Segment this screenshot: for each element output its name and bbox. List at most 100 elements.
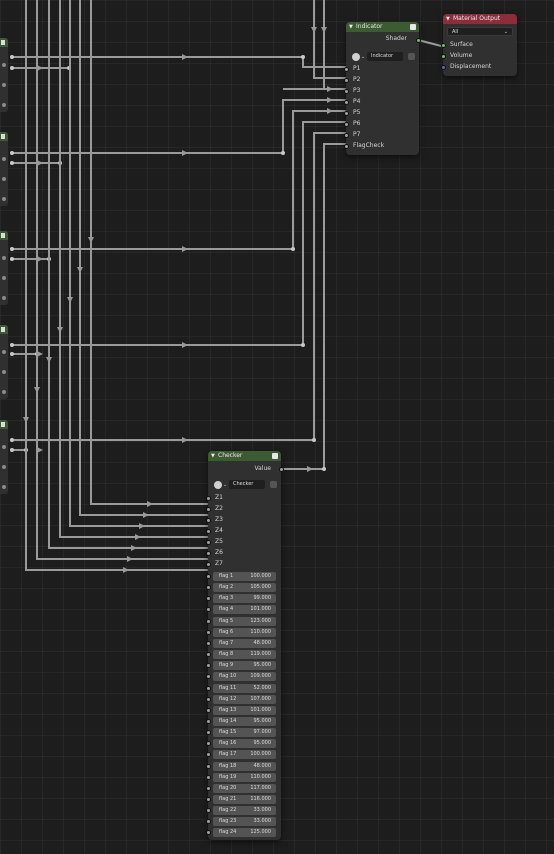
group-node-partial[interactable]	[0, 38, 8, 112]
flag-value-field[interactable]: flag 12 107.000	[213, 694, 276, 704]
checker-input-socket[interactable]	[206, 507, 211, 512]
flag-input-socket[interactable]	[206, 652, 211, 658]
indicator-input-socket[interactable]	[344, 78, 349, 83]
indicator-node-header[interactable]: ▼ Indicator	[346, 22, 419, 32]
flag-value-field[interactable]: flag 4 101.000	[213, 605, 276, 615]
flag-input-socket[interactable]	[206, 819, 211, 825]
checker-value-output-socket[interactable]	[279, 467, 284, 472]
node-tree-icon[interactable]	[410, 24, 416, 30]
indicator-input-socket[interactable]	[344, 100, 349, 105]
material-output-input-socket[interactable]	[441, 54, 446, 59]
checker-group-selector[interactable]: ⌄ Checker	[214, 480, 278, 490]
node-group-datablock-icon[interactable]	[214, 481, 222, 489]
flag-input-socket[interactable]	[206, 585, 211, 591]
flag-value-field[interactable]: flag 1 100.000	[213, 572, 276, 581]
checker-input-socket[interactable]	[206, 518, 211, 523]
flag-value-field[interactable]: flag 9 95.000	[213, 661, 276, 671]
indicator-input-socket[interactable]	[344, 111, 349, 116]
flag-value-field[interactable]: flag 20 117.000	[213, 783, 276, 793]
indicator-group-name[interactable]: Indicator	[367, 52, 403, 61]
flag-value-field[interactable]: flag 18 48.000	[213, 761, 276, 771]
material-output-input-socket[interactable]	[441, 43, 446, 48]
flag-input-socket[interactable]	[206, 607, 211, 613]
flag-value-field[interactable]: flag 2 105.000	[213, 583, 276, 593]
node-link[interactable]	[12, 121, 346, 346]
indicator-group-selector[interactable]: ⌄ Indicator	[352, 52, 416, 62]
flag-value-field[interactable]: flag 19 110.000	[213, 772, 276, 782]
indicator-input-socket[interactable]	[344, 67, 349, 72]
material-output-header[interactable]: ▼ Material Output	[443, 14, 517, 24]
flag-value-field[interactable]: flag 10 109.000	[213, 672, 276, 682]
checker-group-name[interactable]: Checker	[229, 480, 265, 489]
node-link[interactable]	[323, 0, 346, 90]
node-tree-icon[interactable]	[272, 453, 278, 459]
node-link[interactable]	[90, 0, 208, 505]
flag-input-socket[interactable]	[206, 752, 211, 758]
flag-input-socket[interactable]	[206, 640, 211, 646]
flag-input-socket[interactable]	[206, 696, 211, 702]
chevron-down-icon[interactable]: ▼	[446, 14, 450, 24]
flag-value-field[interactable]: flag 22 33.000	[213, 806, 276, 816]
checker-node-header[interactable]: ▼ Checker	[208, 451, 281, 461]
node-link[interactable]	[12, 99, 346, 154]
flag-value-field[interactable]: flag 8 119.000	[213, 650, 276, 660]
checker-input-socket[interactable]	[206, 562, 211, 567]
node-link[interactable]	[12, 56, 346, 68]
flag-value-field[interactable]: flag 14 95.000	[213, 716, 276, 726]
flag-input-socket[interactable]	[206, 830, 211, 836]
checker-input-socket[interactable]	[206, 496, 211, 501]
chevron-down-icon[interactable]: ⌄	[223, 480, 227, 490]
node-link[interactable]	[12, 110, 346, 250]
checker-input-socket[interactable]	[206, 529, 211, 534]
flag-input-socket[interactable]	[206, 763, 211, 769]
indicator-input-socket[interactable]	[344, 133, 349, 138]
group-node-partial[interactable]	[0, 132, 8, 206]
checker-input-socket[interactable]	[206, 540, 211, 545]
chevron-down-icon[interactable]: ▼	[349, 22, 353, 32]
flag-input-socket[interactable]	[206, 808, 211, 814]
flag-input-socket[interactable]	[206, 685, 211, 691]
flag-value-field[interactable]: flag 23 33.000	[213, 817, 276, 827]
flag-input-socket[interactable]	[206, 707, 211, 713]
indicator-shader-output-socket[interactable]	[416, 38, 421, 43]
flag-input-socket[interactable]	[206, 774, 211, 780]
node-group-datablock-icon[interactable]	[352, 53, 360, 61]
node-link[interactable]	[79, 0, 208, 516]
flag-input-socket[interactable]	[206, 797, 211, 802]
flag-input-socket[interactable]	[206, 629, 211, 635]
flag-value-field[interactable]: flag 5 123.000	[213, 616, 276, 626]
indicator-input-socket[interactable]	[344, 122, 349, 127]
output-target-dropdown[interactable]: All ⌄	[447, 27, 513, 36]
node-link[interactable]	[25, 0, 208, 571]
flag-input-socket[interactable]	[206, 730, 211, 736]
node-link[interactable]	[12, 132, 346, 441]
flag-value-field[interactable]: flag 21 116.000	[213, 795, 276, 804]
node-link[interactable]	[48, 0, 208, 549]
flag-value-field[interactable]: flag 17 100.000	[213, 750, 276, 760]
flag-value-field[interactable]: flag 13 101.000	[213, 705, 276, 715]
flag-input-socket[interactable]	[206, 718, 211, 724]
flag-value-field[interactable]: flag 11 52.000	[213, 683, 276, 693]
indicator-input-socket[interactable]	[344, 89, 349, 94]
fake-user-shield-icon[interactable]	[270, 481, 277, 488]
checker-input-socket[interactable]	[206, 551, 211, 556]
flag-input-socket[interactable]	[206, 785, 211, 791]
flag-value-field[interactable]: flag 24 125.000	[213, 828, 276, 838]
chevron-down-icon[interactable]: ⌄	[361, 52, 365, 62]
chevron-down-icon[interactable]: ▼	[211, 451, 215, 461]
fake-user-shield-icon[interactable]	[408, 53, 415, 60]
group-node-partial[interactable]	[0, 231, 8, 305]
indicator-node[interactable]: ▼ Indicator Shader ⌄ Indicator P1 P2 P3 P4 P…	[344, 22, 419, 155]
flag-input-socket[interactable]	[206, 574, 211, 579]
flag-value-field[interactable]: flag 16 95.000	[213, 739, 276, 749]
material-output-node[interactable]: ▼ Material Output All ⌄ Surface Volume Dis…	[441, 14, 517, 76]
flag-input-socket[interactable]	[206, 596, 211, 602]
group-node-partial[interactable]	[0, 325, 8, 399]
node-link[interactable]	[36, 0, 208, 560]
group-node-partial[interactable]	[0, 420, 8, 494]
flag-input-socket[interactable]	[206, 674, 211, 680]
flag-input-socket[interactable]	[206, 741, 211, 747]
indicator-input-socket[interactable]	[344, 144, 349, 149]
material-output-input-socket[interactable]	[441, 65, 446, 70]
flag-value-field[interactable]: flag 7 48.000	[213, 638, 276, 648]
